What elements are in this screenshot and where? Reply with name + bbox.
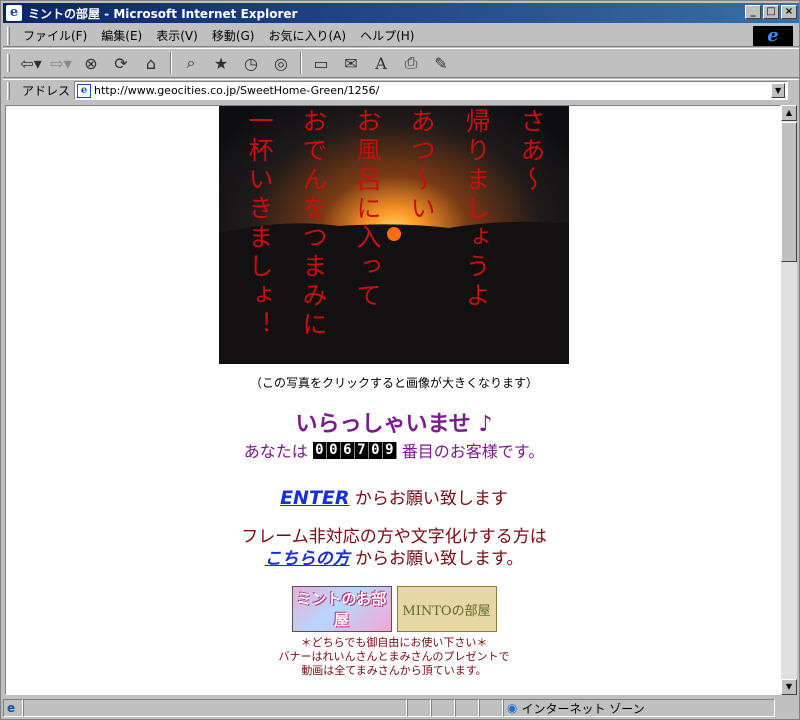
ie-page-icon: e bbox=[6, 5, 22, 21]
edit-icon[interactable]: ✎ bbox=[428, 51, 454, 75]
close-button[interactable]: × bbox=[781, 5, 797, 19]
welcome-heading: いらっしゃいませ ♪ bbox=[295, 412, 493, 437]
address-label: アドレス bbox=[22, 84, 71, 98]
print-icon[interactable]: ⎙ bbox=[398, 51, 424, 75]
window-controls: _ □ × bbox=[745, 5, 797, 19]
page-icon: e bbox=[77, 83, 92, 98]
scroll-thumb[interactable] bbox=[781, 122, 797, 262]
vertical-scrollbar[interactable]: ▲ ▼ bbox=[781, 105, 797, 695]
mint-room-banner[interactable]: ミントのお部屋 bbox=[291, 586, 392, 632]
poem-line-3: あつ〜い bbox=[407, 108, 436, 224]
enter-link[interactable]: ENTER bbox=[280, 487, 349, 509]
counter-digit: 9 bbox=[382, 441, 397, 459]
status-message bbox=[23, 699, 407, 717]
menu-help[interactable]: ヘルプ(H) bbox=[353, 27, 421, 44]
address-field[interactable]: e ▼ bbox=[74, 81, 789, 100]
forward-icon[interactable]: ⇨▾ bbox=[48, 51, 74, 75]
noframe-suffix: からお願い致します。 bbox=[349, 549, 524, 569]
status-cell bbox=[407, 699, 431, 717]
noframe-link-line: こちらの方 からお願い致します。 bbox=[6, 548, 780, 570]
ie-logo-icon: e bbox=[753, 26, 793, 46]
note-line: ＊どちらでも御自由にお使い下さい＊ bbox=[300, 636, 488, 649]
status-cell bbox=[479, 699, 503, 717]
scroll-down-icon[interactable]: ▼ bbox=[781, 679, 797, 695]
noframe-notice: フレーム非対応の方や文字化けする方は こちらの方 からお願い致します。 bbox=[6, 526, 780, 570]
refresh-icon[interactable]: ⟳ bbox=[108, 51, 134, 75]
address-input[interactable] bbox=[94, 84, 775, 97]
poem-line-4: お風呂に入って bbox=[353, 108, 382, 311]
note-line: 動画は全てまみさんから頂ています。 bbox=[301, 664, 487, 677]
mail-icon[interactable]: ✉ bbox=[338, 51, 364, 75]
status-bar: e ◉ インターネット ゾーン bbox=[3, 697, 799, 719]
standard-toolbar: ⇦▾ ⇨▾ ⊗ ⟳ ⌂ ⌕ ★ ◷ ◎ ▭ ✉ A ⎙ ✎ bbox=[3, 48, 799, 78]
enter-suffix: からお願い致します bbox=[349, 489, 508, 509]
counter-digit: 0 bbox=[312, 441, 327, 459]
poem-line-2: 帰りましょうよ bbox=[462, 108, 491, 311]
menu-favorites[interactable]: お気に入り(A) bbox=[261, 27, 353, 44]
minimize-button[interactable]: _ bbox=[745, 5, 761, 19]
poem-line-5: おでんをつまみに bbox=[299, 108, 328, 340]
visitor-prefix: あなたは bbox=[243, 442, 308, 461]
menu-bar: ファイル(F) 編集(E) 表示(V) 移動(G) お気に入り(A) ヘルプ(H… bbox=[3, 25, 799, 47]
menu-go[interactable]: 移動(G) bbox=[205, 27, 262, 44]
visitor-counter: 0 0 6 7 0 9 bbox=[312, 441, 397, 459]
globe-icon: ◉ bbox=[507, 701, 518, 715]
menu-grip bbox=[7, 26, 10, 45]
note-line: バナーはれいんさんとまみさんのプレゼントで bbox=[278, 650, 510, 663]
history-icon[interactable]: ◷ bbox=[238, 51, 264, 75]
banner-row: ミントのお部屋 MINTOの部屋 bbox=[6, 586, 780, 632]
page-status-icon: e bbox=[7, 701, 16, 715]
minto-room-banner[interactable]: MINTOの部屋 bbox=[396, 586, 497, 632]
home-icon[interactable]: ⌂ bbox=[138, 51, 164, 75]
back-icon[interactable]: ⇦▾ bbox=[18, 51, 44, 75]
zone-label: インターネット ゾーン bbox=[521, 701, 645, 716]
visitor-suffix: 番目のお客様です。 bbox=[401, 442, 545, 461]
toolbar-grip bbox=[7, 54, 10, 72]
noframe-line: フレーム非対応の方や文字化けする方は bbox=[241, 527, 547, 547]
window-title: ミントの部屋 - Microsoft Internet Explorer bbox=[28, 6, 298, 21]
menu-view[interactable]: 表示(V) bbox=[149, 27, 205, 44]
photo-caption: （この写真をクリックすると画像が大きくなります） bbox=[249, 376, 538, 390]
menu-file[interactable]: ファイル(F) bbox=[16, 27, 94, 44]
banner-notes: ＊どちらでも御自由にお使い下さい＊ バナーはれいんさんとまみさんのプレゼントで … bbox=[6, 636, 780, 678]
font-icon[interactable]: A bbox=[368, 51, 394, 75]
poem-line-6: 一杯いきましょ！ bbox=[245, 108, 274, 340]
maximize-button[interactable]: □ bbox=[763, 5, 779, 19]
title-bar[interactable]: e ミントの部屋 - Microsoft Internet Explorer _… bbox=[3, 3, 799, 23]
counter-digit: 6 bbox=[340, 441, 355, 459]
browser-window: e ミントの部屋 - Microsoft Internet Explorer _… bbox=[0, 0, 800, 720]
scroll-up-icon[interactable]: ▲ bbox=[781, 105, 797, 121]
poem-line-1: さあ〜 bbox=[517, 108, 546, 195]
counter-digit: 7 bbox=[354, 441, 369, 459]
counter-digit: 0 bbox=[368, 441, 383, 459]
status-cell bbox=[455, 699, 479, 717]
visitor-counter-line: あなたは 0 0 6 7 0 9 番目のお客様です。 bbox=[6, 438, 780, 462]
search-icon[interactable]: ⌕ bbox=[178, 51, 204, 75]
counter-digit: 0 bbox=[326, 441, 341, 459]
toolbar-separator bbox=[170, 52, 172, 74]
toolbar-separator bbox=[300, 52, 302, 74]
status-icon-cell: e bbox=[3, 699, 23, 717]
address-grip bbox=[7, 81, 10, 100]
sunset-photo[interactable]: さあ〜 帰りましょうよ あつ〜い お風呂に入って おでんをつまみに 一杯いきまし… bbox=[219, 106, 569, 364]
stop-icon[interactable]: ⊗ bbox=[78, 51, 104, 75]
address-dropdown-icon[interactable]: ▼ bbox=[771, 83, 786, 98]
fullscreen-icon[interactable]: ▭ bbox=[308, 51, 334, 75]
page-viewport: さあ〜 帰りましょうよ あつ〜い お風呂に入って おでんをつまみに 一杯いきまし… bbox=[5, 105, 781, 695]
zone-cell: ◉ インターネット ゾーン bbox=[503, 699, 775, 717]
channels-icon[interactable]: ◎ bbox=[268, 51, 294, 75]
status-cell bbox=[431, 699, 455, 717]
enter-line: ENTER からお願い致します bbox=[6, 484, 780, 509]
address-bar: アドレス e ▼ bbox=[3, 79, 799, 101]
noframe-link[interactable]: こちらの方 bbox=[265, 549, 350, 569]
menu-edit[interactable]: 編集(E) bbox=[94, 27, 149, 44]
favorites-icon[interactable]: ★ bbox=[208, 51, 234, 75]
